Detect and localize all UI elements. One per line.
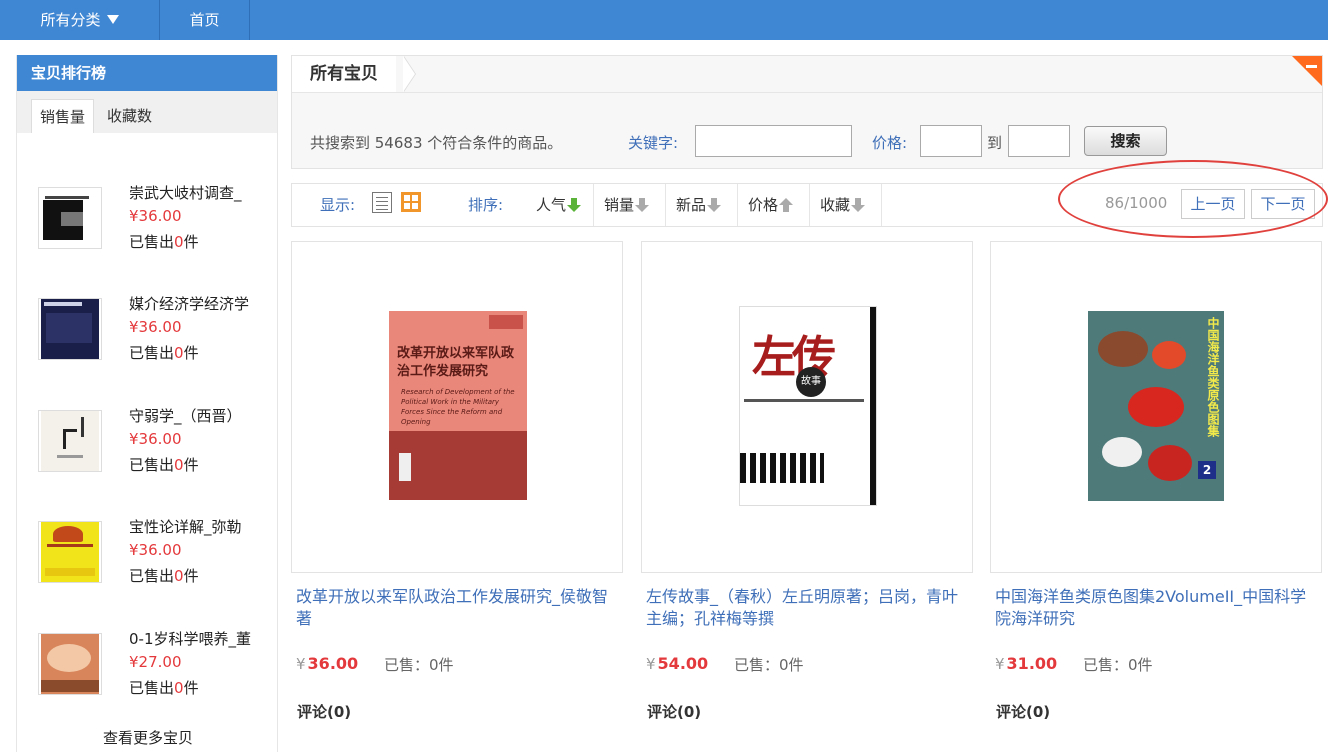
arrow-down-icon [635,198,650,212]
home-link[interactable]: 首页 [160,0,250,40]
sort-popularity[interactable]: 人气 [526,184,594,226]
product-thumbnail[interactable] [38,633,102,695]
sort-favorites[interactable]: 收藏 [810,184,882,226]
page-title: 所有宝贝 [292,56,396,92]
product-card: 改革开放以来军队政治工作发展研究 Research of Development… [291,241,623,752]
ranking-item-title[interactable]: 崇武大岐村调查_ [129,182,269,203]
cover-subtitle: 故事 [796,367,826,397]
ranking-item[interactable]: 0-1岁科学喂养_董 ¥27.00 已售出0件 [17,630,279,703]
product-thumbnail[interactable] [38,298,102,360]
product-reviews[interactable]: 评论(0) [297,701,351,722]
keyword-label: 关键字: [628,134,679,152]
product-image[interactable]: 改革开放以来军队政治工作发展研究 Research of Development… [291,241,623,573]
product-sold: 已售：0件 [384,656,454,674]
keyword-input[interactable] [695,125,852,157]
arrow-down-icon [707,198,722,212]
ranking-item-sold: 已售出0件 [129,567,199,585]
search-form: 共搜索到 54683 个符合条件的商品。 关键字: 价格: 到 搜索 [292,124,1322,158]
product-title[interactable]: 改革开放以来军队政治工作发展研究_侯敬智著 [296,586,618,630]
divider [292,92,1322,93]
cover-title: 改革开放以来军队政治工作发展研究 [397,346,515,379]
list-view-icon[interactable] [372,192,392,213]
price-max-input[interactable] [1008,125,1070,157]
grid-view-icon[interactable] [401,192,421,212]
product-price: ¥54.00 [646,654,709,673]
product-image[interactable]: 左传 故事 [641,241,973,573]
product-card: 中国海洋鱼类原色图集 2 中国海洋鱼类原色图集2VolumeII_中国科学院海洋… [990,241,1322,752]
arrow-down-icon [851,198,866,212]
volume-number: 2 [1198,461,1216,479]
product-reviews[interactable]: 评论(0) [996,701,1050,722]
sort-new[interactable]: 新品 [666,184,738,226]
product-price: ¥36.00 [296,654,359,673]
ranking-item-title[interactable]: 0-1岁科学喂养_董 [129,628,269,649]
ranking-item-price: ¥36.00 [129,318,182,336]
product-title[interactable]: 左传故事_（春秋）左丘明原著；吕岗，青叶主编；孔祥梅等撰 [646,586,968,630]
ranking-item-sold: 已售出0件 [129,233,199,251]
ranking-item-title[interactable]: 宝性论详解_弥勒 [129,516,269,537]
sort-sales[interactable]: 销量 [594,184,666,226]
price-min-input[interactable] [920,125,982,157]
ranking-item-title[interactable]: 守弱学_（西晋） [129,405,269,426]
ranking-tabs: 销售量 收藏数 [17,91,277,133]
arrow-down-icon [567,198,582,212]
page-indicator: 86/1000 [1105,194,1168,212]
all-categories-menu[interactable]: 所有分类 [0,0,160,40]
product-price: ¥31.00 [995,654,1058,673]
sort-label: 排序: [468,196,504,214]
ranking-item-sold: 已售出0件 [129,456,199,474]
search-button[interactable]: 搜索 [1084,126,1167,156]
ranking-item-title[interactable]: 媒介经济学经济学 [129,293,269,314]
tab-sales[interactable]: 销售量 [31,99,95,133]
ranking-item-price: ¥27.00 [129,653,182,671]
ranking-item-price: ¥36.00 [129,207,182,225]
minimize-corner-icon[interactable] [1292,56,1322,86]
ranking-item-sold: 已售出0件 [129,344,199,362]
sort-price[interactable]: 价格 [738,184,810,226]
next-page-button[interactable]: 下一页 [1251,189,1315,219]
ranking-item-sold: 已售出0件 [129,679,199,697]
product-thumbnail[interactable] [38,410,102,472]
product-card: 左传 故事 左传故事_（春秋）左丘明原著；吕岗，青叶主编；孔祥梅等撰 ¥54.0… [641,241,973,752]
price-to-label: 到 [987,134,1003,152]
cover-subtitle: Research of Development of the Political… [401,388,515,426]
prev-page-button[interactable]: 上一页 [1181,189,1245,219]
display-label: 显示: [320,196,356,214]
ranking-item[interactable]: 宝性论详解_弥勒 ¥36.00 已售出0件 [17,518,279,591]
ranking-item[interactable]: 守弱学_（西晋） ¥36.00 已售出0件 [17,407,279,480]
ranking-sidebar: 宝贝排行榜 销售量 收藏数 崇武大岐村调查_ ¥36.00 已售出0件 媒介经济… [16,55,278,752]
view-more-link[interactable]: 查看更多宝贝 [17,727,279,748]
product-sold: 已售：0件 [1083,656,1153,674]
product-thumbnail[interactable] [38,521,102,583]
product-sold: 已售：0件 [734,656,804,674]
result-count: 共搜索到 54683 个符合条件的商品。 [310,134,563,152]
ranking-title: 宝贝排行榜 [17,55,277,91]
arrow-up-icon [779,198,794,212]
ranking-item[interactable]: 媒介经济学经济学 ¥36.00 已售出0件 [17,295,279,368]
caret-down-icon [106,15,119,24]
product-reviews[interactable]: 评论(0) [647,701,701,722]
product-title[interactable]: 中国海洋鱼类原色图集2VolumeII_中国科学院海洋研究 [995,586,1317,630]
ranking-item-price: ¥36.00 [129,430,182,448]
sort-toolbar: 显示: 排序: 人气 销量 新品 价格 收藏 86/1000 上一页 下一页 [291,183,1323,227]
tab-favorites[interactable]: 收藏数 [99,99,160,133]
product-image[interactable]: 中国海洋鱼类原色图集 2 [990,241,1322,573]
search-panel: 所有宝贝 共搜索到 54683 个符合条件的商品。 关键字: 价格: 到 搜索 [291,55,1323,169]
top-nav: 所有分类 首页 [0,0,1328,40]
all-categories-label: 所有分类 [40,11,101,29]
product-thumbnail[interactable] [38,187,102,249]
ranking-item-price: ¥36.00 [129,541,182,559]
ranking-item[interactable]: 崇武大岐村调查_ ¥36.00 已售出0件 [17,184,279,257]
price-label: 价格: [872,134,908,152]
